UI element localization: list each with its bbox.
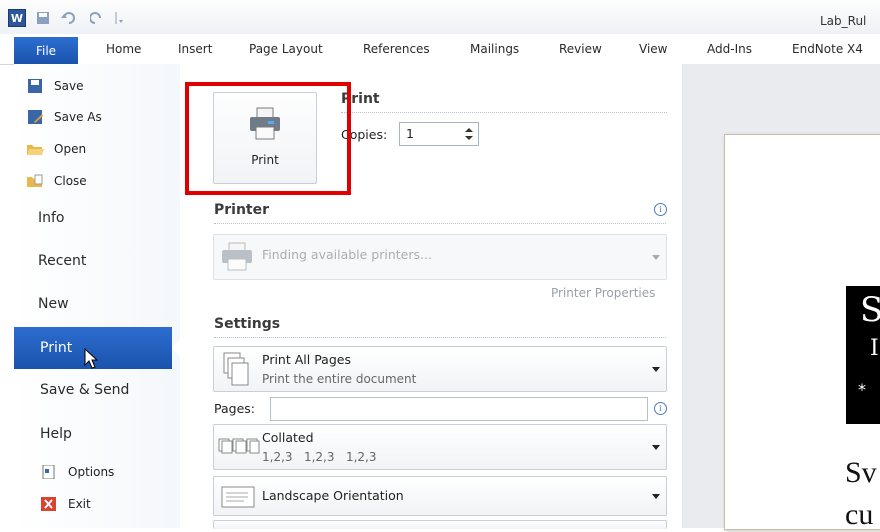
chevron-down-icon	[652, 255, 660, 260]
nav-open[interactable]: Open	[26, 142, 86, 156]
pages-input[interactable]	[270, 397, 648, 421]
nav-options-label: Options	[68, 465, 115, 479]
open-folder-icon	[27, 145, 44, 155]
divider	[341, 112, 667, 113]
printer-heading: Printer	[214, 202, 270, 218]
nav-close[interactable]: Close	[26, 174, 87, 188]
tab-page-layout[interactable]: Page Layout	[249, 42, 323, 56]
nav-open-label: Open	[54, 142, 87, 156]
customize-toolbar-icon[interactable]	[114, 11, 124, 25]
print-range-dropdown[interactable]: Print All Pages Print the entire documen…	[213, 346, 667, 392]
save-icon	[28, 79, 42, 93]
pages-label: Pages:	[214, 401, 255, 416]
options-icon	[42, 465, 55, 479]
save-as-icon	[28, 110, 43, 124]
tab-references[interactable]: References	[363, 42, 430, 56]
preview-big-letter: S	[860, 290, 880, 330]
spinner-arrows-icon[interactable]	[464, 126, 474, 142]
pages-icon	[223, 352, 249, 386]
tab-add-ins[interactable]: Add-Ins	[707, 42, 752, 56]
print-range-sub: Print the entire document	[262, 372, 417, 386]
preview-small-letter: I	[870, 336, 879, 361]
nav-help[interactable]: Help	[40, 426, 72, 442]
tab-view[interactable]: View	[639, 42, 667, 56]
tab-insert[interactable]: Insert	[178, 42, 212, 56]
nav-save-label: Save	[54, 79, 84, 93]
quick-access-toolbar: W	[8, 9, 124, 27]
word-icon[interactable]: W	[8, 9, 26, 27]
collate-sub: 1,2,3 1,2,3 1,2,3	[262, 450, 377, 464]
tab-mailings[interactable]: Mailings	[470, 42, 519, 56]
preview-star: *	[858, 380, 866, 399]
nav-save[interactable]: Save	[26, 79, 83, 93]
landscape-icon	[221, 486, 255, 508]
divider	[214, 223, 666, 224]
nav-new[interactable]: New	[38, 296, 69, 312]
chevron-down-icon	[652, 494, 660, 499]
nav-save-send[interactable]: Save & Send	[40, 382, 129, 398]
printer-value: Finding available printers...	[262, 247, 432, 262]
close-folder-icon	[27, 174, 43, 187]
collate-title: Collated	[262, 430, 314, 445]
nav-info[interactable]: Info	[38, 210, 65, 226]
nav-print[interactable]: Print	[40, 340, 72, 356]
divider	[214, 337, 666, 338]
tab-review[interactable]: Review	[559, 42, 602, 56]
printer-properties-link[interactable]: Printer Properties	[551, 286, 655, 300]
exit-icon	[41, 497, 56, 511]
undo-icon[interactable]	[60, 11, 80, 25]
ribbon-tabs: Home Insert Page Layout References Maili…	[0, 34, 880, 65]
nav-exit-label: Exit	[68, 497, 91, 511]
preview-black-block: S I *	[846, 286, 880, 424]
tab-endnote[interactable]: EndNote X4	[792, 42, 863, 56]
info-icon[interactable]: i	[654, 203, 667, 216]
nav-save-as-label: Save As	[54, 110, 102, 124]
settings-heading: Settings	[214, 316, 281, 332]
copies-value: 1	[406, 126, 414, 141]
copies-spinner[interactable]: 1	[399, 122, 479, 146]
info-icon[interactable]: i	[654, 402, 667, 415]
redo-icon[interactable]	[90, 11, 104, 25]
save-icon[interactable]	[36, 11, 50, 25]
preview-text-line1: Sv	[845, 456, 877, 489]
orientation-value: Landscape Orientation	[262, 488, 404, 503]
nav-options[interactable]: Options	[40, 465, 114, 479]
nav-save-as[interactable]: Save As	[26, 110, 102, 124]
printer-dropdown[interactable]: Finding available printers...	[213, 234, 667, 280]
title-bar	[0, 0, 880, 34]
preview-text-line2: cu	[845, 498, 874, 531]
nav-exit[interactable]: Exit	[40, 497, 91, 511]
window-title: Lab_Rul	[820, 14, 867, 28]
chevron-down-icon	[652, 367, 660, 372]
printer-icon	[222, 242, 252, 271]
highlight-box	[185, 82, 351, 195]
orientation-dropdown[interactable]: Landscape Orientation	[213, 476, 667, 516]
tab-home[interactable]: Home	[106, 42, 141, 56]
nav-close-label: Close	[54, 174, 87, 188]
tab-file[interactable]: File	[14, 37, 78, 64]
print-range-title: Print All Pages	[262, 352, 351, 367]
mouse-cursor-icon	[84, 348, 99, 369]
chevron-down-icon	[652, 445, 660, 450]
collated-icon	[218, 438, 260, 454]
collate-dropdown[interactable]: Collated 1,2,3 1,2,3 1,2,3	[213, 424, 667, 470]
nav-recent[interactable]: Recent	[38, 253, 86, 269]
